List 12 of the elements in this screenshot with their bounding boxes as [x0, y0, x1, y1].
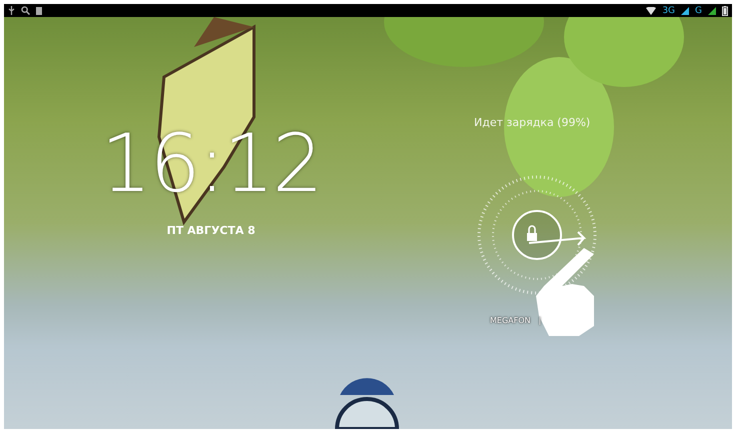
battery-icon — [722, 6, 728, 16]
usb-icon — [8, 6, 15, 15]
carrier-separator: | — [538, 316, 542, 325]
wifi-icon — [646, 6, 656, 14]
network-type-label: 3G — [662, 6, 676, 16]
carrier-name: MEGAFON — [490, 316, 531, 325]
signal-icon — [708, 6, 716, 14]
signal-icon — [681, 6, 690, 14]
search-icon — [21, 6, 30, 15]
date-label: ПТ АВГУСТА 8 — [166, 224, 256, 237]
network-type-label: G — [695, 6, 702, 16]
charging-status: Идет зарядка (99%) — [474, 116, 590, 129]
